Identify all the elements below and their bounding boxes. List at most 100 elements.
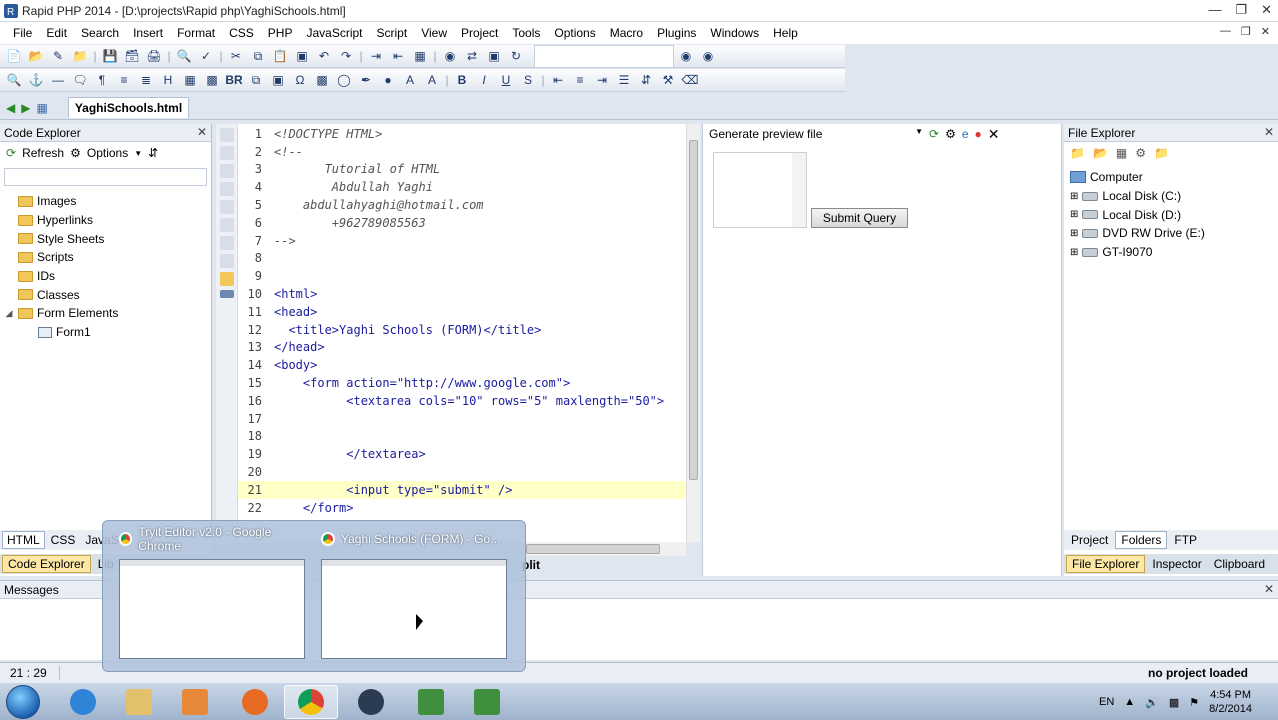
taskbar-camtasia-2[interactable] [460,685,514,719]
align-center-icon[interactable]: ≡ [570,71,590,89]
find-prev-icon[interactable]: ◉ [698,47,718,65]
binoculars-icon[interactable]: ◉ [440,47,460,65]
maximize-button[interactable]: ❐ [1235,2,1247,18]
tree-item-dvd-drive[interactable]: ⊞ DVD RW Drive (E:) [1070,224,1278,243]
code-line[interactable]: 4 Abdullah Yaghi [238,178,686,196]
clipboard-icon[interactable]: ▣ [292,47,312,65]
code-editor[interactable]: 1 <!DOCTYPE HTML> 2 <!-- 3 Tutorial of HTML 4… [238,124,686,542]
tab-ftp[interactable]: FTP [1169,532,1202,548]
close-button[interactable]: ✕ [1261,2,1272,18]
pen-icon[interactable]: ✒ [356,71,376,89]
volume-icon[interactable]: 🔊 [1145,696,1159,709]
outdent-icon[interactable]: ⇤ [388,47,408,65]
find-next-icon[interactable]: ◉ [676,47,696,65]
close-icon[interactable]: ✕ [197,125,207,139]
expand-icon[interactable]: ◢ [4,308,14,319]
code-line[interactable]: 13 </head> [238,339,686,357]
code-line[interactable]: 3 Tutorial of HTML [238,161,686,179]
tree-item-form1[interactable]: Form1 [4,323,211,342]
align-right-icon[interactable]: ⇥ [592,71,612,89]
refresh-preview-icon[interactable]: ⟳ [929,127,939,141]
menu-javascript[interactable]: JavaScript [299,26,369,40]
code-line[interactable]: 18 [238,428,686,446]
code-line[interactable]: 10 <html> [238,285,686,303]
taskbar-explorer[interactable] [112,685,166,719]
folder-icon[interactable]: 📁 [70,47,90,65]
submit-query-button[interactable]: Submit Query [811,208,908,228]
print-icon[interactable]: 🖨 [144,47,164,65]
justify-icon[interactable]: ☰ [614,71,634,89]
code-line[interactable]: 17 [238,410,686,428]
font-size-icon[interactable]: A [422,71,442,89]
mdi-minimize-button[interactable]: — [1220,25,1231,38]
menu-tools[interactable]: Tools [505,26,547,40]
open-icon[interactable]: 📂 [26,47,46,65]
table-icon[interactable]: ▦ [180,71,200,89]
hr-icon[interactable]: ― [48,71,68,89]
menu-search[interactable]: Search [74,26,126,40]
bold-button[interactable]: B [452,71,472,89]
omega-icon[interactable]: Ω [290,71,310,89]
tree-item-hyperlinks[interactable]: Hyperlinks [4,211,211,230]
expand-icon[interactable]: ⊞ [1070,191,1078,202]
sort-icon[interactable]: ⇵ [148,146,158,160]
tree-item-style-sheets[interactable]: Style Sheets [4,229,211,248]
shape-icon[interactable]: ◯ [334,71,354,89]
code-line[interactable]: 1 <!DOCTYPE HTML> [238,125,686,143]
mdi-restore-button[interactable]: ❐ [1241,25,1251,38]
search-combo[interactable] [534,44,674,68]
paragraph-icon[interactable]: ¶ [92,71,112,89]
forward-arrow-icon[interactable]: ▶ [21,101,30,115]
editor-vertical-scrollbar[interactable] [686,124,700,542]
tree-item-local-disk-d[interactable]: ⊞ Local Disk (D:) [1070,205,1278,224]
tab-html[interactable]: HTML [2,531,45,549]
tab-inspector[interactable]: Inspector [1147,556,1206,572]
find-icon[interactable]: 🔍 [174,47,194,65]
thumbnail-yaghi-schools[interactable]: Yaghi Schools (FORM) - Go... [305,521,507,667]
close-preview-icon[interactable]: ✕ [988,126,1000,143]
editor-horizontal-scrollbar[interactable] [524,542,686,556]
save-all-icon[interactable]: 🗃 [122,47,142,65]
menu-project[interactable]: Project [454,26,505,40]
expand-icon[interactable]: ⊞ [1070,228,1078,239]
tree-item-form-elements[interactable]: ◢ Form Elements [4,304,211,323]
format-icon[interactable]: ⧉ [246,71,266,89]
code-line[interactable]: 22 </form> [238,499,686,517]
new-file-icon[interactable]: 📄 [4,47,24,65]
gear-icon[interactable]: ⚙ [1135,146,1146,160]
inspect-icon[interactable]: 🔍 [4,71,24,89]
menu-options[interactable]: Options [547,26,602,40]
tree-item-ids[interactable]: IDs [4,267,211,286]
menu-windows[interactable]: Windows [703,26,766,40]
menu-view[interactable]: View [414,26,454,40]
refresh-icon[interactable]: ⟳ [6,146,16,160]
form-icon[interactable]: ▩ [312,71,332,89]
options-button[interactable]: Options [87,146,128,160]
menu-edit[interactable]: Edit [39,26,74,40]
folder-menu-icon[interactable]: 📁 [1154,146,1169,160]
code-line[interactable]: 21 <input type="submit" /> [238,481,686,499]
menu-plugins[interactable]: Plugins [650,26,703,40]
tab-clipboard[interactable]: Clipboard [1209,556,1270,572]
tab-css[interactable]: CSS [47,532,80,548]
refresh-button[interactable]: Refresh [22,146,64,160]
ordered-list-icon[interactable]: ≣ [136,71,156,89]
menu-format[interactable]: Format [170,26,222,40]
code-line[interactable]: 8 [238,250,686,268]
action-center-icon[interactable]: ⚑ [1189,696,1199,709]
code-line[interactable]: 11 <head> [238,303,686,321]
code-line[interactable]: 7 --> [238,232,686,250]
tools-icon[interactable]: ⚒ [658,71,678,89]
tab-project[interactable]: Project [1066,532,1113,548]
taskbar-camtasia[interactable] [404,685,458,719]
save-icon[interactable]: 💾 [100,47,120,65]
expand-icon[interactable]: ⊞ [1070,247,1078,258]
layout-icon[interactable]: ▦ [410,47,430,65]
code-line[interactable]: 20 [238,463,686,481]
tree-item-scripts[interactable]: Scripts [4,248,211,267]
color-icon[interactable]: ● [378,71,398,89]
edit-icon[interactable]: ✎ [48,47,68,65]
gear-icon[interactable]: ⚙ [70,146,81,160]
code-line[interactable]: 19 </textarea> [238,445,686,463]
new-folder-icon[interactable]: 📂 [1093,146,1108,160]
